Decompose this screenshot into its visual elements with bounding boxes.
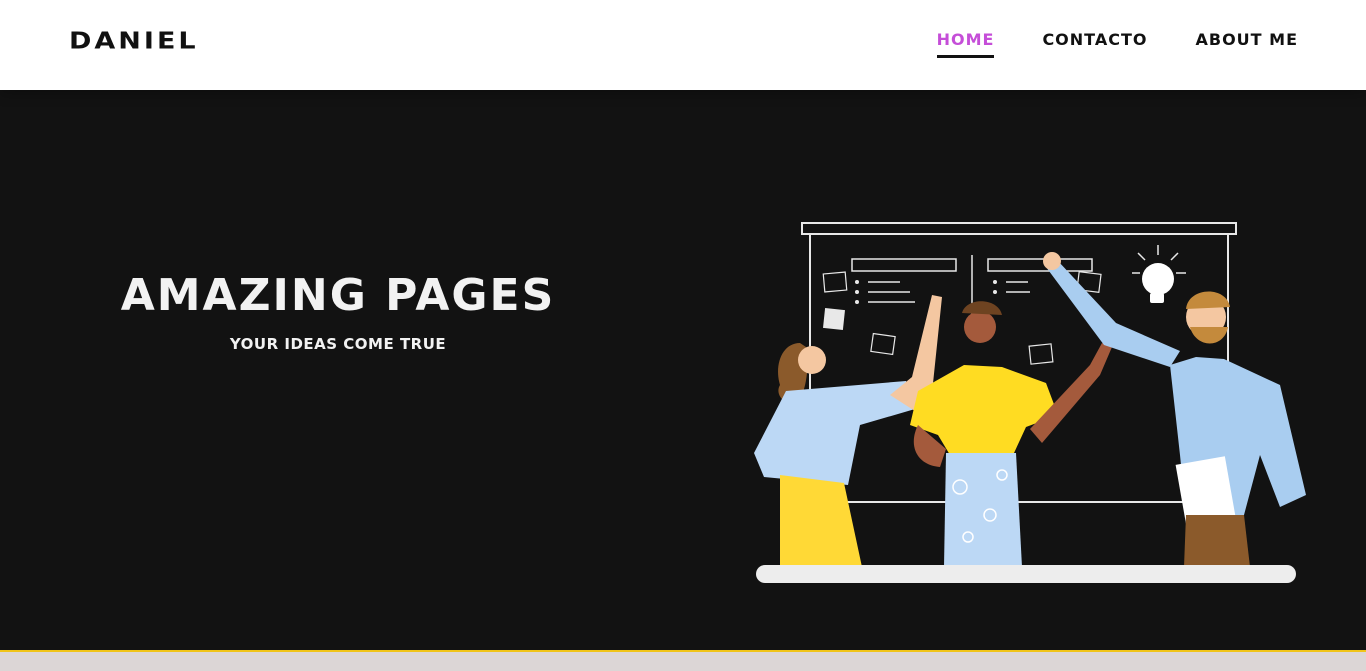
footer-strip [0, 650, 1366, 671]
nav-about-me-link[interactable]: ABOUT ME [1195, 30, 1298, 58]
team-brainstorm-illustration [754, 222, 1306, 583]
navbar: DANIEL HOME CONTACTO ABOUT ME [0, 0, 1366, 90]
nav-contacto-link[interactable]: CONTACTO [1042, 30, 1147, 58]
hero-subtitle: YOUR IDEAS COME TRUE [229, 335, 447, 353]
brand-logo[interactable]: DANIEL [69, 28, 199, 54]
nav-menu: HOME CONTACTO ABOUT ME [936, 30, 1298, 58]
hero-title: AMAZING PAGES [120, 270, 556, 321]
hero-section: AMAZING PAGES YOUR IDEAS COME TRUE [0, 90, 1366, 650]
nav-home-link[interactable]: HOME [936, 30, 995, 58]
